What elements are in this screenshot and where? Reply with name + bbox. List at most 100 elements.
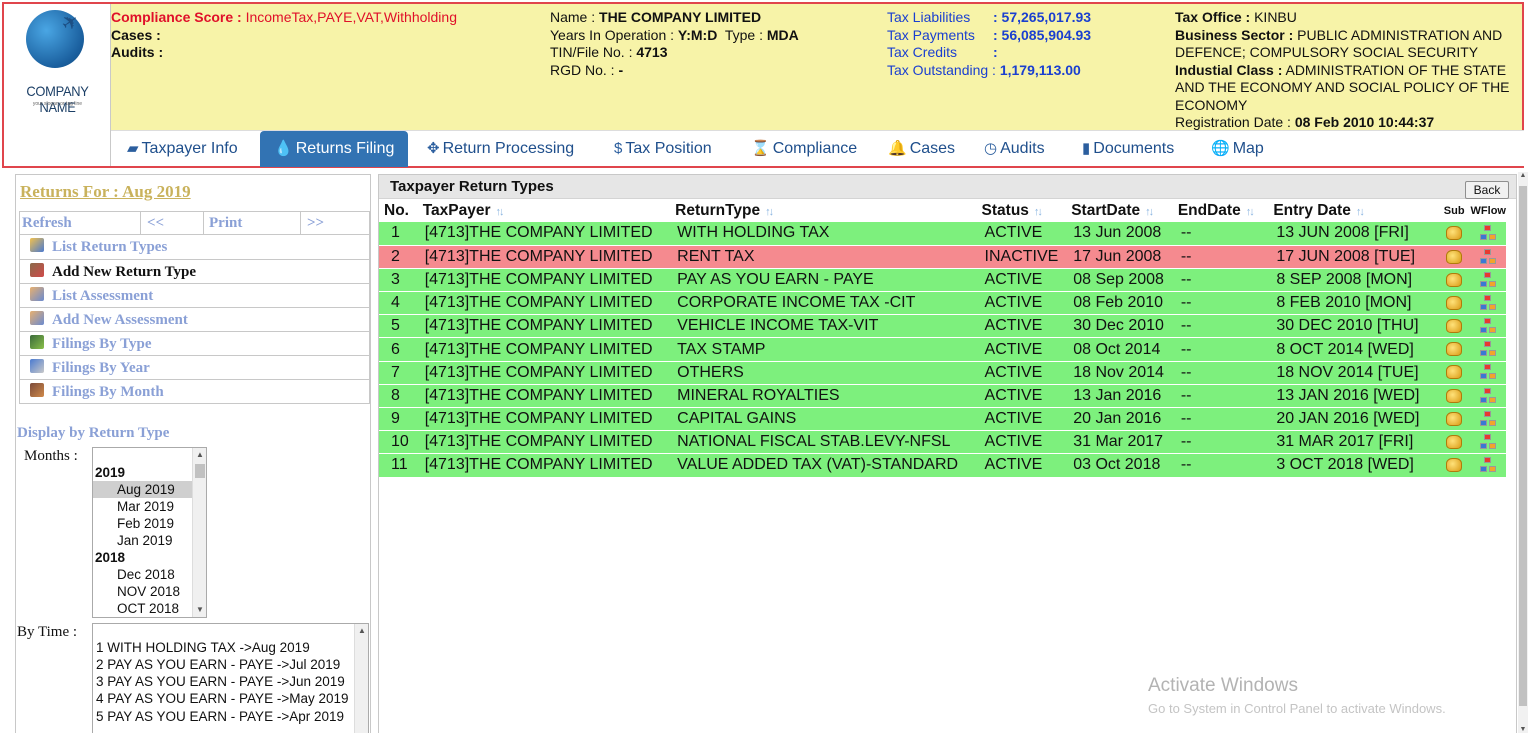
cell-enddate: -- (1177, 384, 1274, 409)
workflow-icon[interactable] (1480, 294, 1497, 311)
menu-item-list-assessment[interactable]: List Assessment (20, 283, 369, 307)
table-row[interactable]: 6 [4713]THE COMPANY LIMITED TAX STAMP ACTIV… (379, 337, 1506, 362)
by-time-item[interactable]: 1 WITH HOLDING TAX ->Aug 2019 (96, 639, 310, 656)
coins-icon[interactable] (1446, 319, 1463, 334)
coins-icon[interactable] (1446, 365, 1463, 380)
workflow-icon[interactable] (1480, 434, 1497, 450)
table-row[interactable]: 7 [4713]THE COMPANY LIMITED OTHERS ACTIVE 18… (379, 361, 1506, 385)
tab-taxpayer-info[interactable]: ▰ Taxpayer Info (127, 131, 238, 167)
menu-item-add-new-assessment[interactable]: Add New Assessment (20, 307, 369, 331)
month-option-mar-2019[interactable]: Mar 2019 (93, 498, 192, 515)
column-header-no[interactable]: No. (379, 200, 421, 222)
table-row[interactable]: 9 [4713]THE COMPANY LIMITED CAPITAL GAINS A… (379, 407, 1506, 432)
by-time-item[interactable]: 3 PAY AS YOU EARN - PAYE ->Jun 2019 (96, 673, 345, 690)
column-header-taxpayer[interactable]: TaxPayer ↑↓ (420, 200, 674, 222)
returns-for-link[interactable]: Returns For : Aug 2019 (20, 182, 191, 202)
table-row[interactable]: 5 [4713]THE COMPANY LIMITED VEHICLE INCOME… (379, 314, 1506, 339)
page-scroll-thumb[interactable] (1519, 186, 1527, 706)
column-header-status[interactable]: Status ↑↓ (981, 200, 1072, 222)
previous-button[interactable]: << (141, 212, 204, 234)
workflow-icon[interactable] (1480, 387, 1497, 404)
print-button[interactable]: Print (204, 212, 301, 234)
workflow-icon[interactable] (1480, 341, 1497, 357)
cell-no: 3 (379, 268, 421, 293)
by-time-listbox[interactable]: 1 WITH HOLDING TAX ->Aug 2019 2 PAY AS Y… (92, 623, 369, 733)
coins-icon[interactable] (1446, 435, 1463, 450)
column-header-entrydate[interactable]: Entry Date ↑↓ (1273, 200, 1438, 222)
column-header-returntype[interactable]: ReturnType ↑↓ (673, 200, 982, 222)
table-row[interactable]: 8 [4713]THE COMPANY LIMITED MINERAL ROYALT… (379, 384, 1506, 409)
tab-tax-position[interactable]: $ Tax Position (614, 131, 712, 167)
month-option-oct-2018[interactable]: OCT 2018 (93, 600, 192, 617)
coins-icon[interactable] (1446, 388, 1463, 403)
table-row[interactable]: 10 [4713]THE COMPANY LIMITED NATIONAL FISC… (379, 430, 1506, 455)
by-time-item[interactable]: 2 PAY AS YOU EARN - PAYE ->Jul 2019 (96, 656, 340, 673)
table-row[interactable]: 1 [4713]THE COMPANY LIMITED WITH HOLDING T… (379, 222, 1506, 246)
months-scrollbar[interactable]: ▲ ▼ (192, 448, 206, 617)
tab-documents[interactable]: ▮ Documents (1082, 131, 1174, 167)
workflow-icon[interactable] (1480, 410, 1497, 427)
menu-item-filings-by-year[interactable]: Filings By Year (20, 355, 369, 379)
cell-startdate: 31 Mar 2017 (1071, 430, 1178, 455)
workflow-icon[interactable] (1480, 457, 1497, 473)
table-row[interactable]: 11 [4713]THE COMPANY LIMITED VALUE ADDED T… (379, 453, 1506, 478)
sort-icon[interactable]: ↑↓ (1246, 206, 1255, 218)
sort-icon[interactable]: ↑↓ (765, 206, 774, 218)
coins-icon[interactable] (1446, 272, 1463, 287)
month-option-aug-2019[interactable]: Aug 2019 (93, 481, 192, 498)
table-row[interactable]: 2 [4713]THE COMPANY LIMITED RENT TAX INACTI… (379, 245, 1506, 269)
workflow-icon[interactable] (1480, 318, 1497, 334)
month-option-nov-2018[interactable]: NOV 2018 (93, 583, 192, 600)
workflow-icon[interactable] (1480, 364, 1497, 380)
scroll-up-icon[interactable]: ▲ (193, 448, 206, 462)
coins-icon[interactable] (1446, 342, 1463, 357)
table-row[interactable]: 3 [4713]THE COMPANY LIMITED PAY AS YOU EAR… (379, 268, 1506, 293)
sort-icon[interactable]: ↑↓ (1034, 206, 1043, 218)
menu-item-filings-by-month[interactable]: Filings By Month (20, 379, 369, 403)
column-header-startdate[interactable]: StartDate ↑↓ (1071, 200, 1178, 222)
cell-entrydate: 17 JUN 2008 [TUE] (1273, 245, 1438, 269)
month-option-feb-2019[interactable]: Feb 2019 (93, 515, 192, 532)
month-option-jan-2019[interactable]: Jan 2019 (93, 532, 192, 549)
scroll-down-icon[interactable]: ▼ (1518, 726, 1528, 733)
menu-item-list-return-types[interactable]: List Return Types (20, 235, 369, 259)
workflow-icon[interactable] (1480, 271, 1497, 288)
cell-returntype: TAX STAMP (673, 337, 982, 362)
coins-icon[interactable] (1446, 411, 1463, 426)
scroll-up-icon[interactable]: ▲ (1518, 172, 1528, 179)
cell-enddate: -- (1177, 291, 1274, 316)
scroll-up-icon[interactable]: ▲ (355, 624, 368, 638)
by-time-scrollbar[interactable]: ▲ (354, 624, 368, 733)
tab-cases[interactable]: 🔔 Cases (888, 131, 955, 167)
tab-returns-filing[interactable]: 💧 Returns Filing (260, 131, 409, 167)
tab-map[interactable]: 🌐 Map (1211, 131, 1264, 167)
page-scrollbar[interactable]: ▲ ▼ (1518, 172, 1528, 733)
menu-label: Filings By Month (52, 384, 164, 400)
table-row[interactable]: 4 [4713]THE COMPANY LIMITED CORPORATE INCO… (379, 291, 1506, 316)
workflow-icon[interactable] (1480, 248, 1497, 265)
back-button[interactable]: Back (1465, 181, 1509, 199)
sort-icon[interactable]: ↑↓ (1356, 206, 1365, 218)
scroll-thumb[interactable] (195, 464, 205, 478)
coins-icon[interactable] (1446, 226, 1463, 241)
sort-icon[interactable]: ↑↓ (1145, 206, 1154, 218)
sort-icon[interactable]: ↑↓ (495, 206, 504, 218)
workflow-icon[interactable] (1480, 225, 1497, 241)
menu-item-add-new-return-type[interactable]: Add New Return Type (20, 259, 369, 283)
by-time-item[interactable]: 5 PAY AS YOU EARN - PAYE ->Apr 2019 (96, 708, 344, 725)
cell-taxpayer: [4713]THE COMPANY LIMITED (420, 268, 674, 293)
next-button[interactable]: >> (301, 212, 369, 234)
menu-item-filings-by-type[interactable]: Filings By Type (20, 331, 369, 355)
by-time-item[interactable]: 4 PAY AS YOU EARN - PAYE ->May 2019 (96, 690, 349, 707)
refresh-button[interactable]: Refresh (20, 212, 141, 234)
tab-compliance[interactable]: ⌛ Compliance (751, 131, 857, 167)
column-header-enddate[interactable]: EndDate ↑↓ (1177, 200, 1274, 222)
tab-return-processing[interactable]: ✥ Return Processing (427, 131, 574, 167)
coins-icon[interactable] (1446, 249, 1463, 264)
scroll-down-icon[interactable]: ▼ (193, 603, 206, 617)
months-listbox[interactable]: 2019 Aug 2019 Mar 2019 Feb 2019 Jan 2019… (92, 447, 207, 618)
coins-icon[interactable] (1446, 295, 1463, 310)
coins-icon[interactable] (1446, 458, 1463, 473)
tab-audits[interactable]: ◷ Audits (984, 131, 1045, 167)
month-option-dec-2018[interactable]: Dec 2018 (93, 566, 192, 583)
